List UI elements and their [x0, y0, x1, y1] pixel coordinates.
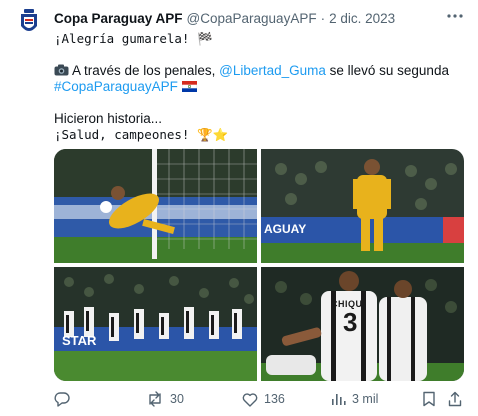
- jersey-number-text: 3: [343, 307, 358, 337]
- media-grid: AGUAY STAR CHIQUI 3: [54, 149, 464, 381]
- photo-goalkeeper-save[interactable]: [54, 149, 257, 263]
- views-button[interactable]: 3 mil: [330, 389, 378, 409]
- repost-button[interactable]: 30: [146, 389, 184, 409]
- post-text-line-4: Hicieron historia...: [54, 111, 163, 126]
- copa-paraguay-logo-icon: [21, 9, 37, 31]
- hashtag-link[interactable]: #CopaParaguayAPF: [54, 79, 178, 94]
- post-text-line-2: A través de los penales, @Libertad_Guma …: [54, 62, 464, 79]
- bookmark-icon: [423, 391, 435, 407]
- paraguay-flag-icon: [181, 79, 197, 94]
- photo-goalkeeper-standing[interactable]: AGUAY: [261, 149, 464, 263]
- mention-link[interactable]: @Libertad_Guma: [219, 63, 326, 78]
- post-text-line-5: ¡Salud, campeones! 🏆⭐: [54, 127, 229, 142]
- post-text-line-1: ¡Alegría gumarela! 🏁: [54, 31, 213, 46]
- separator-dot: ·: [320, 10, 326, 26]
- post-text-segment: se llevó su segunda: [325, 63, 449, 78]
- action-bar: 30 136 3 mil: [54, 389, 464, 409]
- post-header: Copa Paraguay APF @CopaParaguayAPF · 2 d…: [54, 8, 466, 28]
- post-text-segment: A través de los penales,: [72, 63, 220, 78]
- like-count: 136: [264, 392, 285, 406]
- post-text-line-3: #CopaParaguayAPF: [54, 78, 464, 95]
- post-date[interactable]: 2 dic. 2023: [329, 11, 395, 26]
- author-handle[interactable]: @CopaParaguayAPF: [187, 11, 317, 26]
- more-options-icon[interactable]: [446, 10, 464, 22]
- views-chart-icon: [332, 394, 346, 405]
- photo-banner-text: STAR: [62, 333, 97, 348]
- bookmark-button[interactable]: [422, 389, 436, 409]
- photo-team-celebrating[interactable]: STAR: [54, 267, 257, 381]
- views-count: 3 mil: [352, 392, 379, 406]
- repost-icon: [149, 391, 161, 407]
- photo-banner-text: AGUAY: [264, 222, 307, 236]
- photo-player-number-3[interactable]: CHIQUI 3: [261, 267, 464, 381]
- camera-icon: [54, 63, 72, 78]
- heart-icon: [242, 392, 258, 407]
- avatar[interactable]: [12, 6, 46, 40]
- share-icon: [448, 391, 462, 407]
- share-button[interactable]: [448, 389, 462, 409]
- reply-icon: [54, 392, 70, 407]
- like-button[interactable]: 136: [242, 389, 285, 409]
- author-name[interactable]: Copa Paraguay APF: [54, 11, 183, 26]
- repost-count: 30: [170, 392, 184, 406]
- reply-button[interactable]: [54, 389, 76, 409]
